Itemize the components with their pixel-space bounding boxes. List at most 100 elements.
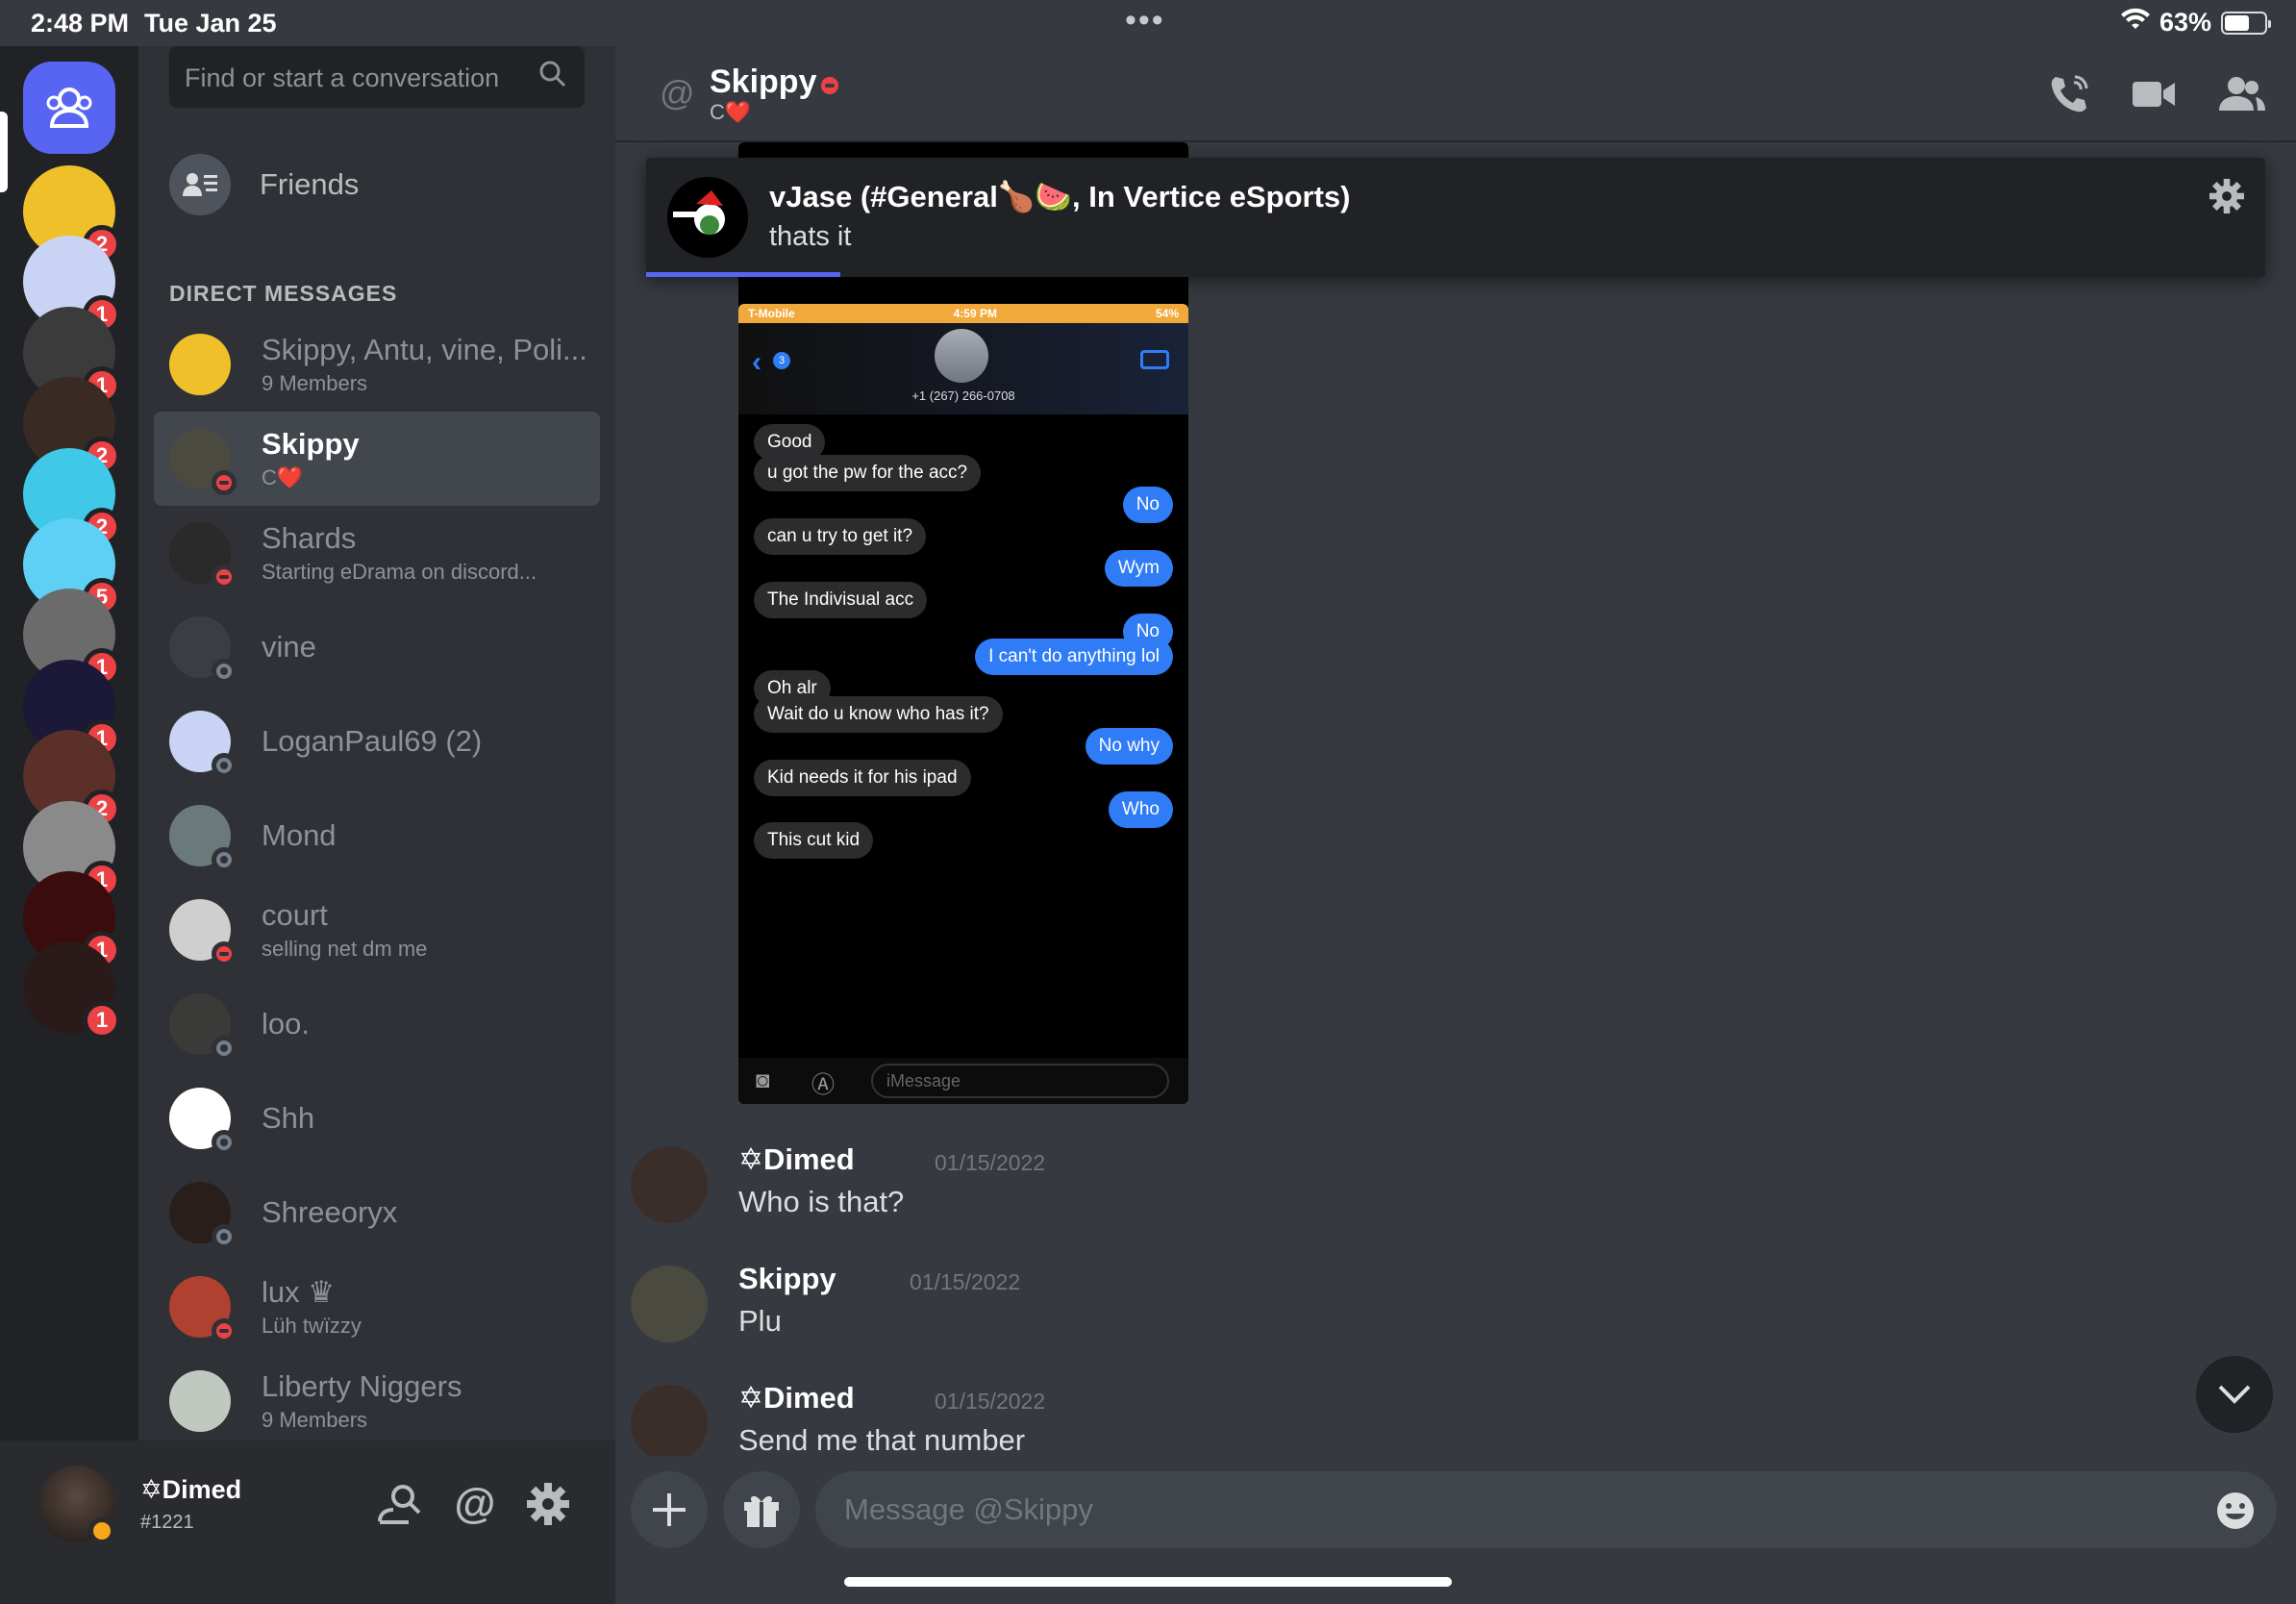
embedded-message-bubble: Wait do u know who has it? xyxy=(754,696,1003,733)
message-author[interactable]: ✡︎Dimed xyxy=(738,1381,855,1416)
chat-message[interactable]: ✡︎Dimed 01/15/2022 Who is that? xyxy=(631,1142,2073,1229)
plus-icon xyxy=(653,1493,686,1526)
dm-avatar xyxy=(169,522,237,589)
search-icon xyxy=(538,60,567,95)
embedded-back-icon: ‹ xyxy=(752,346,761,378)
message-input[interactable]: Message @Skippy xyxy=(815,1471,2277,1548)
friends-button[interactable]: Friends xyxy=(169,154,359,215)
chat-message[interactable]: ✡︎Dimed 01/15/2022 Send me that number xyxy=(631,1381,2073,1467)
embedded-contact-avatar-icon xyxy=(935,329,988,383)
message-text: Send me that number xyxy=(738,1423,1026,1457)
settings-button[interactable] xyxy=(523,1479,573,1529)
dm-item[interactable]: Shards Starting eDrama on discord... xyxy=(154,506,600,600)
message-timestamp: 01/15/2022 xyxy=(935,1150,1046,1175)
friends-label: Friends xyxy=(260,167,360,201)
dm-avatar xyxy=(169,805,237,872)
embedded-message-bubble: No why xyxy=(1085,728,1173,764)
offline-status-icon xyxy=(212,659,237,684)
voice-call-button[interactable] xyxy=(2042,69,2096,119)
dm-item[interactable]: vine xyxy=(154,600,600,694)
user-name[interactable]: ✡︎Dimed xyxy=(140,1475,241,1505)
dm-item[interactable]: court selling net dm me xyxy=(154,883,600,977)
message-author[interactable]: Skippy xyxy=(738,1262,836,1296)
dm-text: lux ♛ Lüh twïzzy xyxy=(262,1275,362,1339)
multitasking-dots-icon[interactable]: ••• xyxy=(1125,2,1165,39)
attach-button[interactable] xyxy=(631,1471,708,1548)
dm-subtitle: Starting eDrama on discord... xyxy=(262,560,537,584)
search-input[interactable]: Find or start a conversation xyxy=(169,46,585,108)
notification-settings-icon[interactable] xyxy=(2209,179,2244,218)
dm-item[interactable]: Liberty Niggers 9 Members xyxy=(154,1354,600,1448)
dm-avatar xyxy=(169,428,237,495)
dm-sidebar: Find or start a conversation Friends DIR… xyxy=(138,46,615,1441)
chat-message[interactable]: Skippy 01/15/2022 Plu xyxy=(631,1262,2073,1348)
dm-item[interactable]: Shreeoryx xyxy=(154,1165,600,1260)
battery-icon xyxy=(2221,11,2271,35)
direct-messages-home-button[interactable] xyxy=(23,62,115,154)
dm-name: court xyxy=(262,898,328,932)
dm-item[interactable]: LoganPaul69 (2) xyxy=(154,694,600,789)
dm-item[interactable]: lux ♛ Lüh twïzzy xyxy=(154,1260,600,1354)
dm-text: Mond xyxy=(262,818,337,853)
in-app-notification[interactable]: vJase (#General🍗🍉, In Vertice eSports) t… xyxy=(646,158,2265,277)
dm-avatar xyxy=(169,993,237,1061)
server-icon[interactable]: 1 xyxy=(23,941,121,1040)
message-avatar[interactable] xyxy=(631,1146,708,1223)
notification-title: vJase (#General🍗🍉, In Vertice eSports) xyxy=(769,180,1351,213)
dnd-status-icon xyxy=(212,470,237,495)
member-list-button[interactable] xyxy=(2215,69,2269,119)
dm-avatar xyxy=(169,1370,231,1432)
home-indicator[interactable] xyxy=(844,1577,1452,1587)
friends-icon xyxy=(46,88,92,128)
dm-item[interactable]: loo. xyxy=(154,977,600,1071)
dm-text: loo. xyxy=(262,1007,310,1041)
dm-name: Skippy, Antu, vine, Poli... xyxy=(262,333,587,366)
dnd-status-icon xyxy=(212,941,237,966)
dm-name: lux ♛ xyxy=(262,1275,336,1309)
image-attachment[interactable]: T-Mobile 4:59 PM 54% ‹ 3 +1 (267) 266-07… xyxy=(738,304,1188,1104)
dm-name: Liberty Niggers xyxy=(262,1369,462,1403)
dm-item[interactable]: Skippy, Antu, vine, Poli... 9 Members xyxy=(154,317,600,412)
camera-icon xyxy=(2133,82,2175,107)
dm-name: Shreeoryx xyxy=(262,1195,398,1229)
dm-item[interactable]: Skippy C❤️ xyxy=(154,412,600,506)
chat-subtitle: C❤️ xyxy=(710,100,752,124)
notification-progress-bar xyxy=(646,272,841,277)
at-icon: @ xyxy=(454,1480,496,1527)
gear-icon xyxy=(527,1483,569,1525)
dnd-status-icon xyxy=(821,77,838,94)
mentions-button[interactable]: @ xyxy=(450,1479,500,1529)
gift-button[interactable] xyxy=(723,1471,800,1548)
message-author[interactable]: ✡︎Dimed xyxy=(738,1142,855,1177)
message-avatar[interactable] xyxy=(631,1385,708,1462)
embedded-message-bubble: The Indivisual acc xyxy=(754,582,928,618)
dm-text: Liberty Niggers 9 Members xyxy=(262,1369,462,1433)
user-panel: ✡︎Dimed #1221 @ xyxy=(0,1441,615,1604)
search-people-button[interactable] xyxy=(375,1479,425,1529)
dm-avatar xyxy=(169,1276,237,1343)
dm-text: Shh xyxy=(262,1101,314,1136)
emoji-icon[interactable] xyxy=(2215,1491,2256,1539)
embedded-status-bar: T-Mobile 4:59 PM 54% xyxy=(738,304,1188,323)
gift-icon xyxy=(744,1495,779,1527)
message-avatar[interactable] xyxy=(631,1266,708,1342)
embedded-message-bubble: No xyxy=(1122,487,1173,523)
dm-subtitle: Lüh twïzzy xyxy=(262,1314,362,1338)
embedded-message-bubble: Who xyxy=(1108,791,1173,828)
dm-item[interactable]: Shh xyxy=(154,1071,600,1165)
dm-text: vine xyxy=(262,630,316,664)
members-icon xyxy=(2219,77,2265,111)
embedded-video-icon xyxy=(1140,350,1169,369)
dm-avatar xyxy=(169,616,237,684)
dm-item[interactable]: Mond xyxy=(154,789,600,883)
chat-title[interactable]: Skippy xyxy=(710,63,816,101)
search-user-icon xyxy=(378,1485,421,1524)
mention-badge: 1 xyxy=(83,1001,121,1040)
jump-to-present-button[interactable] xyxy=(2196,1356,2273,1433)
chevron-down-icon xyxy=(2218,1385,2251,1404)
dm-name: vine xyxy=(262,630,316,664)
video-call-button[interactable] xyxy=(2127,69,2181,119)
dnd-status-icon xyxy=(212,1318,237,1343)
clock: 2:48 PM xyxy=(31,9,130,38)
embedded-message-bubble: u got the pw for the acc? xyxy=(754,455,982,491)
